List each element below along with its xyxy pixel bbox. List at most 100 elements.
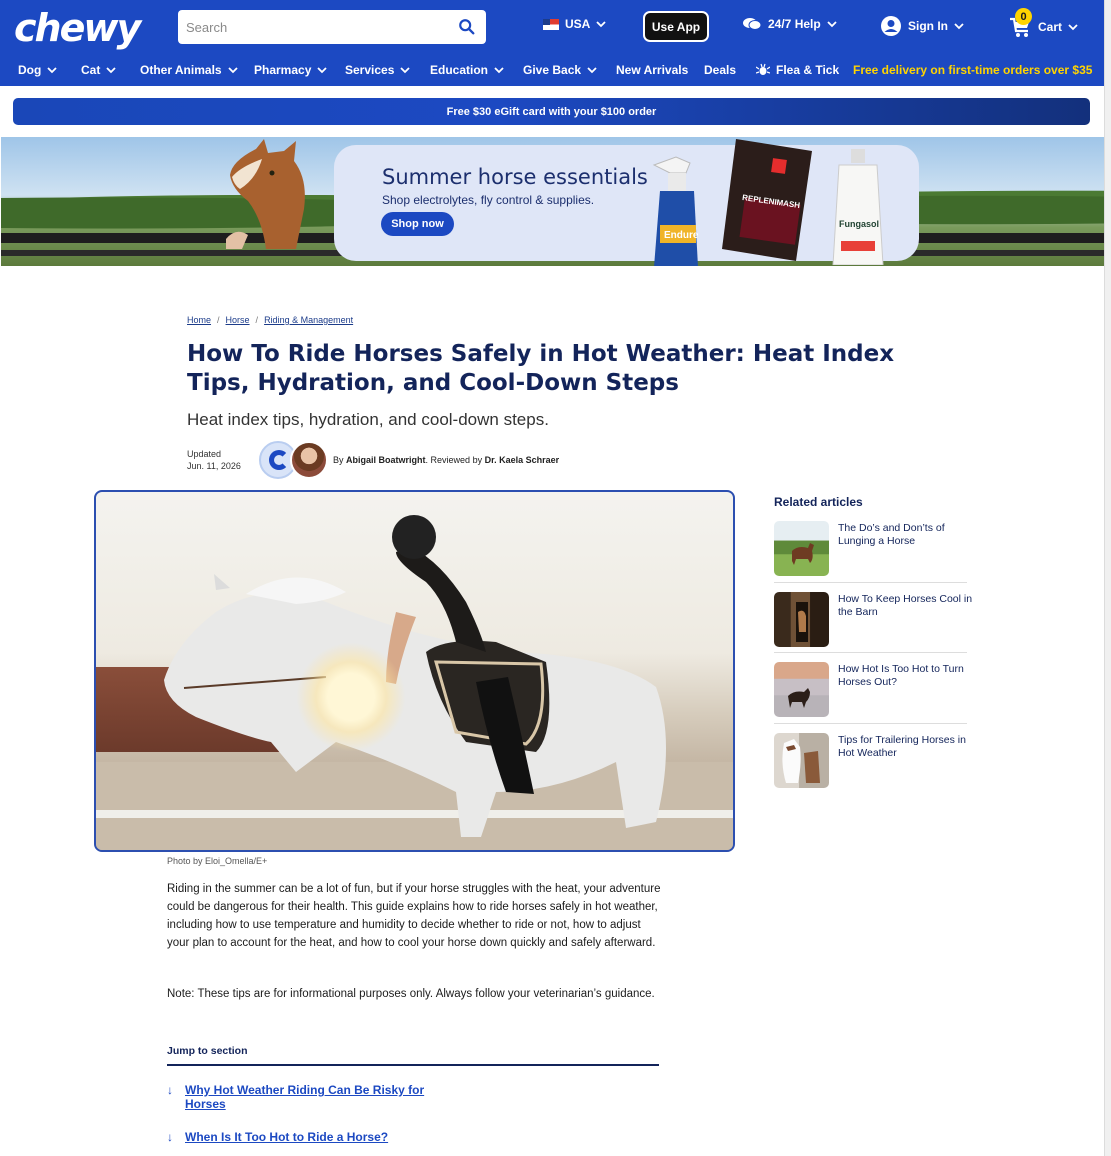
nav-deals[interactable]: Deals <box>704 63 736 77</box>
sun-glare <box>296 642 406 752</box>
byline: By Abigail Boatwright. Reviewed by Dr. K… <box>333 455 560 465</box>
help-menu[interactable]: 24/7 Help <box>742 17 837 31</box>
chevron-down-icon <box>47 67 57 74</box>
user-account-icon <box>881 16 901 36</box>
related-article-title[interactable]: The Do’s and Don’ts of Lunging a Horse <box>838 522 973 548</box>
endure-spray-bottle: Endure <box>646 151 708 266</box>
top-header: chewy USA Use App 24/7 Help Sign In Cart <box>0 0 1104 54</box>
jump-link-text[interactable]: Why Hot Weather Riding Can Be Risky for … <box>185 1083 445 1111</box>
related-article[interactable]: Tips for Trailering Horses in Hot Weathe… <box>774 733 968 791</box>
product-label: Fungasol <box>839 219 879 229</box>
arrow-down-icon: ↓ <box>167 1083 173 1097</box>
related-article-title[interactable]: How Hot Is Too Hot to Turn Horses Out? <box>838 663 973 689</box>
hero-article-image <box>94 490 735 852</box>
related-article[interactable]: How Hot Is Too Hot to Turn Horses Out? <box>774 662 968 720</box>
nav-label: Cat <box>81 63 101 77</box>
nav-label: Services <box>345 63 395 77</box>
country-label: USA <box>565 17 591 31</box>
article-subtitle: Heat index tips, hydration, and cool-dow… <box>187 410 549 429</box>
breadcrumb-horse[interactable]: Horse <box>226 315 250 325</box>
nav-label: Deals <box>704 63 737 77</box>
page-scrollbar[interactable] <box>1104 0 1111 1156</box>
nav-other-animals[interactable]: Other Animals <box>140 63 238 77</box>
chevron-down-icon <box>954 23 964 30</box>
byline-reviewed-by: Reviewed by <box>430 455 483 465</box>
related-article-title[interactable]: Tips for Trailering Horses in Hot Weathe… <box>838 734 973 760</box>
nav-label: Flea & Tick <box>776 63 840 77</box>
shop-now-button[interactable]: Shop now <box>381 212 454 236</box>
hero-banner[interactable]: Summer horse essentials Shop electrolyte… <box>1 137 1104 266</box>
fungasol-bottle: Fungasol <box>829 149 887 266</box>
related-thumbnail <box>774 662 829 717</box>
search-icon[interactable] <box>458 18 476 36</box>
help-label: 24/7 Help <box>768 17 821 31</box>
article-intro: Riding in the summer can be a lot of fun… <box>167 883 661 949</box>
photo-credit: Photo by Eloi_Omella/E+ <box>167 856 268 866</box>
hero-title: Summer horse essentials <box>382 165 648 189</box>
nav-flea-tick[interactable]: Flea & Tick <box>756 63 839 77</box>
cart-count-badge: 0 <box>1015 8 1032 25</box>
category-nav: Dog Cat Other Animals Pharmacy Services … <box>0 54 1104 86</box>
divider <box>774 723 967 724</box>
nav-cat[interactable]: Cat <box>81 63 116 77</box>
nav-pharmacy[interactable]: Pharmacy <box>254 63 328 77</box>
chevron-down-icon <box>587 67 597 74</box>
reviewer-name[interactable]: Dr. Kaela Schraer <box>485 455 560 465</box>
horse-rider-photo <box>96 515 733 850</box>
jump-link[interactable]: ↓ When Is It Too Hot to Ride a Horse? <box>167 1130 445 1144</box>
chevron-down-icon <box>1068 24 1078 31</box>
nav-label: Other Animals <box>140 63 222 77</box>
article-note: Note: These tips are for informational p… <box>167 988 655 1000</box>
chevron-down-icon <box>227 67 238 74</box>
nav-label: New Arrivals <box>616 63 689 77</box>
search-box[interactable] <box>178 10 486 44</box>
nav-label: Pharmacy <box>254 63 312 77</box>
related-thumbnail <box>774 521 829 576</box>
related-article[interactable]: How To Keep Horses Cool in the Barn <box>774 592 972 650</box>
divider <box>167 1064 659 1066</box>
updated-date: Jun. 11, 2026 <box>187 461 241 471</box>
related-thumbnail <box>774 733 829 788</box>
chat-icon <box>743 18 762 30</box>
related-thumbnail <box>774 592 829 647</box>
author-name[interactable]: Abigail Boatwright <box>346 455 426 465</box>
chevron-down-icon <box>827 21 837 28</box>
use-app-button[interactable]: Use App <box>643 11 709 42</box>
nav-label: Dog <box>18 63 42 77</box>
article-title: How To Ride Horses Safely in Hot Weather… <box>187 341 895 396</box>
updated-info: Updated Jun. 11, 2026 <box>187 448 241 472</box>
author-avatar <box>290 441 328 479</box>
us-flag-icon <box>543 18 559 30</box>
horse-head-image <box>226 139 305 249</box>
chevron-down-icon <box>400 67 411 74</box>
nav-education[interactable]: Education <box>430 63 504 77</box>
nav-dog[interactable]: Dog <box>18 63 57 77</box>
jump-link[interactable]: ↓ Why Hot Weather Riding Can Be Risky fo… <box>167 1083 445 1111</box>
nav-services[interactable]: Services <box>345 63 411 77</box>
nav-new-arrivals[interactable]: New Arrivals <box>616 63 688 77</box>
jump-to-section-heading: Jump to section <box>167 1045 248 1057</box>
breadcrumb-riding-management[interactable]: Riding & Management <box>264 315 353 325</box>
country-selector[interactable]: USA <box>543 17 606 31</box>
nav-label: Education <box>430 63 489 77</box>
chewy-logo[interactable]: chewy <box>14 6 141 50</box>
chevron-down-icon <box>317 67 328 74</box>
divider <box>774 582 967 583</box>
related-articles-heading: Related articles <box>774 495 863 509</box>
egift-promo-banner[interactable]: Free $30 eGift card with your $100 order <box>13 98 1090 125</box>
hero-card: Summer horse essentials Shop electrolyte… <box>334 139 919 266</box>
related-article[interactable]: The Do’s and Don’ts of Lunging a Horse <box>774 521 968 579</box>
sign-in-menu[interactable]: Sign In <box>880 15 964 37</box>
chevron-down-icon <box>494 67 504 74</box>
product-label: Endure <box>664 230 699 241</box>
free-delivery-promo[interactable]: Free delivery on first-time orders over … <box>853 63 1092 77</box>
breadcrumb-home[interactable]: Home <box>187 315 211 325</box>
breadcrumb: Home / Horse / Riding & Management <box>187 315 353 325</box>
jump-link-text[interactable]: When Is It Too Hot to Ride a Horse? <box>185 1130 445 1144</box>
hero-subtitle: Shop electrolytes, fly control & supplie… <box>382 193 595 207</box>
nav-give-back[interactable]: Give Back <box>523 63 597 77</box>
related-article-title[interactable]: How To Keep Horses Cool in the Barn <box>838 593 973 619</box>
replenimash-bag: REPLENIMASH <box>722 139 812 261</box>
search-input[interactable] <box>178 10 438 44</box>
divider <box>774 652 967 653</box>
